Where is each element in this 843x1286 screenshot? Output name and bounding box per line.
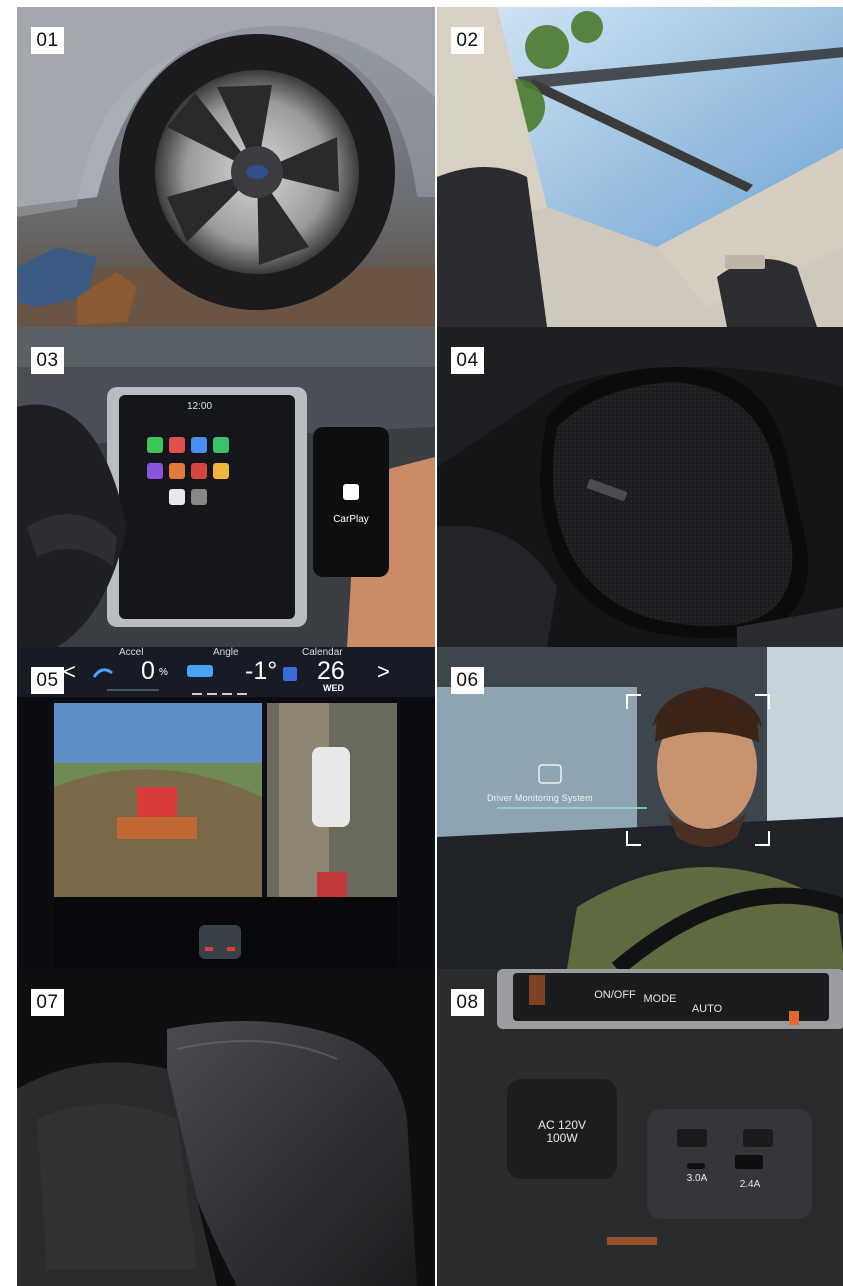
tile-number-badge: 06	[451, 667, 484, 694]
armrest-image	[17, 969, 435, 1286]
tile-armrest: 07	[17, 969, 435, 1286]
tile-number-badge: 03	[31, 347, 64, 374]
ac-power: 100W	[546, 1131, 578, 1145]
angle-value: -1°	[245, 657, 278, 685]
feature-grid: 01 02 12:00 CarPlay 03 04 Accel Angle Ca…	[17, 7, 843, 1286]
accel-label: Accel	[119, 647, 144, 658]
angle-label: Angle	[213, 647, 239, 658]
driver-monitoring-label: Driver Monitoring System	[487, 793, 593, 803]
tile-number-badge: 07	[31, 989, 64, 1016]
button-auto[interactable]: AUTO	[682, 1003, 732, 1015]
tile-infotainment: 12:00 CarPlay 03	[17, 327, 435, 647]
screen-time: 12:00	[187, 401, 212, 412]
tile-number-badge: 05	[31, 667, 64, 694]
usb-a-rating: 2.4A	[739, 1179, 761, 1190]
day-value: 26	[317, 657, 345, 685]
tile-number-badge: 08	[451, 989, 484, 1016]
infotainment-image: 12:00 CarPlay	[17, 327, 435, 647]
sunroof-image	[437, 7, 843, 327]
tile-driver-monitoring: Driver Monitoring System 06	[437, 647, 843, 969]
tile-number-badge: 02	[451, 27, 484, 54]
carplay-label: CarPlay	[333, 514, 369, 525]
wheel-image	[17, 7, 435, 327]
tile-surround-camera: Accel Angle Calendar < 0 % -1° 26 WED > …	[17, 647, 435, 969]
driver-monitoring-image	[437, 647, 843, 969]
camera-hud: Accel Angle Calendar < 0 % -1° 26 WED >	[17, 647, 435, 699]
speaker-image	[437, 327, 843, 647]
tile-number-badge: 04	[451, 347, 484, 374]
tile-number-badge: 01	[31, 27, 64, 54]
accel-unit: %	[159, 667, 168, 678]
tile-power-outlets: ON/OFF MODE AUTO AC 120V 100W 3.0A 2.4A …	[437, 969, 843, 1286]
next-arrow-icon[interactable]: >	[377, 659, 390, 685]
tile-wheel: 01	[17, 7, 435, 327]
usb-c-rating: 3.0A	[686, 1173, 708, 1184]
outlets-image	[437, 969, 843, 1286]
tile-sunroof: 02	[437, 7, 843, 327]
tile-speaker: 04	[437, 327, 843, 647]
prev-arrow-icon[interactable]: <	[63, 659, 76, 685]
weekday-value: WED	[323, 683, 344, 693]
accel-value: 0	[141, 657, 155, 685]
ac-outlet-label: AC 120V 100W	[512, 1119, 612, 1145]
button-mode[interactable]: MODE	[635, 993, 685, 1005]
